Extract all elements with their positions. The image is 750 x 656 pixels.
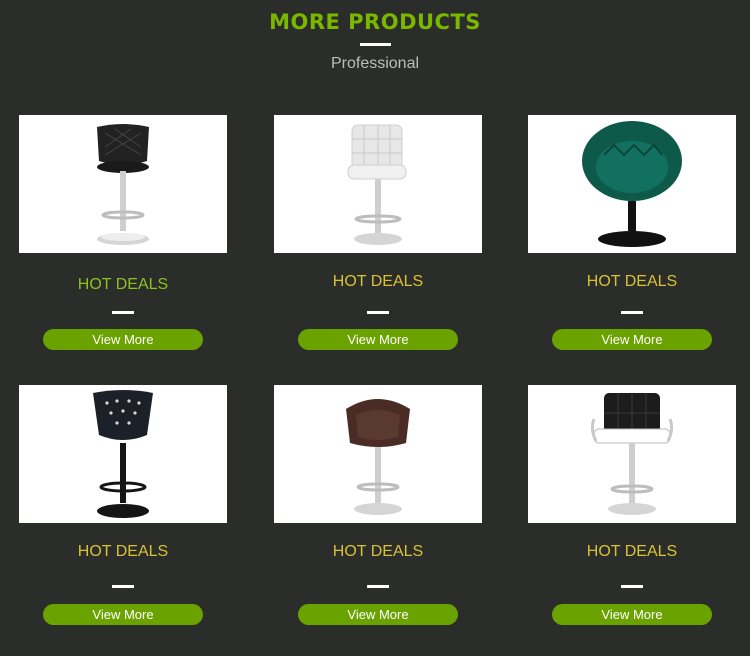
product-image-brown-leather-stool[interactable]: [274, 385, 482, 523]
view-more-button[interactable]: View More: [552, 329, 712, 350]
product-image-black-diamond-stool[interactable]: [19, 115, 227, 253]
view-more-button[interactable]: View More: [298, 604, 458, 625]
hot-deals-label: HOT DEALS: [332, 543, 424, 560]
title-divider: [360, 43, 391, 46]
hot-deals-label: HOT DEALS: [586, 543, 678, 560]
page-title: MORE PRODUCTS: [269, 10, 481, 34]
deal-divider: [112, 585, 134, 588]
product-card: HOT DEALS View More: [19, 115, 227, 350]
hot-deals-label: HOT DEALS: [332, 273, 424, 290]
product-card: HOT DEALS View More: [19, 385, 227, 625]
view-more-button[interactable]: View More: [43, 329, 203, 350]
product-image-armrest-stool[interactable]: [528, 385, 736, 523]
view-more-button[interactable]: View More: [552, 604, 712, 625]
hot-deals-label: HOT DEALS: [77, 276, 169, 293]
view-more-button[interactable]: View More: [43, 604, 203, 625]
product-image-white-stool[interactable]: [274, 115, 482, 253]
deal-divider: [367, 311, 389, 314]
product-image-green-round-chair[interactable]: [528, 115, 736, 253]
deal-divider: [621, 585, 643, 588]
product-card: HOT DEALS View More: [528, 115, 736, 350]
hot-deals-label: HOT DEALS: [586, 273, 678, 290]
deal-divider: [367, 585, 389, 588]
deal-divider: [112, 311, 134, 314]
product-card: HOT DEALS View More: [274, 385, 482, 625]
product-card: HOT DEALS View More: [274, 115, 482, 350]
product-image-black-crystal-stool[interactable]: [19, 385, 227, 523]
deal-divider: [621, 311, 643, 314]
view-more-button[interactable]: View More: [298, 329, 458, 350]
product-card: HOT DEALS View More: [528, 385, 736, 625]
page-subtitle: Professional: [330, 55, 420, 72]
hot-deals-label: HOT DEALS: [77, 543, 169, 560]
